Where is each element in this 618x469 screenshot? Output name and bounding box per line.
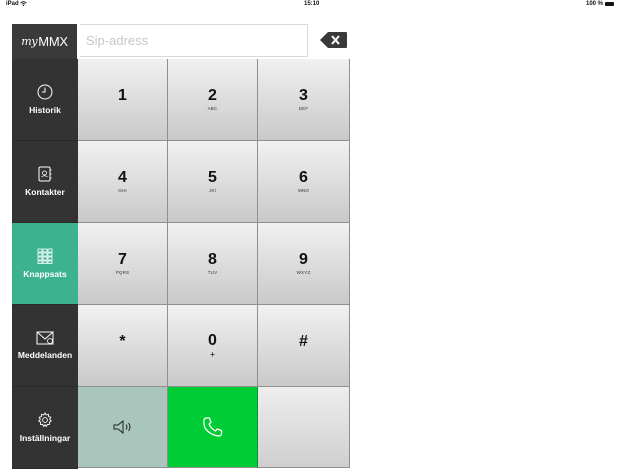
key-3[interactable]: 3 DEF [258,59,350,141]
key-8[interactable]: 8 TUV [168,223,258,305]
logo-main: MMX [38,34,68,49]
sidebar-item-label: Knappsats [23,269,67,279]
app-logo: my MMX [12,24,77,59]
phone-handset-icon [202,417,222,437]
backspace-icon [320,32,347,48]
sidebar-item-label: Historik [29,105,61,115]
sidebar-item-historik[interactable]: Historik [12,59,78,141]
empty-key [258,387,350,468]
logo-prefix: my [21,35,38,48]
key-star[interactable]: * [78,305,168,387]
key-1[interactable]: 1 [78,59,168,141]
key-hash[interactable]: # [258,305,350,387]
gear-icon [37,412,53,428]
key-6[interactable]: 6 MNO [258,141,350,223]
sidebar-nav: Historik Kontakter Knappsats Meddelanden [12,59,78,469]
status-bar: iPad 15:10 100 % [0,0,618,8]
contacts-book-icon [38,166,52,182]
call-button[interactable] [168,387,258,468]
key-5[interactable]: 5 JKl [168,141,258,223]
speaker-icon [113,420,130,434]
key-0[interactable]: 0 + [168,305,258,387]
key-4[interactable]: 4 GHI [78,141,168,223]
battery-icon [605,2,614,6]
sidebar-item-label: Inställningar [19,433,71,443]
battery-status: 100 % [586,0,614,8]
battery-percent: 100 % [585,1,603,7]
speaker-button[interactable] [78,387,168,468]
sidebar-item-meddelanden[interactable]: Meddelanden [12,305,78,387]
sidebar-item-knappsats[interactable]: Knappsats [12,223,78,305]
sip-address-input[interactable] [80,24,308,57]
key-7[interactable]: 7 PQRS [78,223,168,305]
sidebar-item-label: Meddelanden [17,350,73,360]
sidebar-item-label: Kontakter [25,187,65,197]
key-2[interactable]: 2 ABC [168,59,258,141]
envelope-icon [36,331,54,345]
sidebar-item-installningar[interactable]: Inställningar [12,387,78,469]
device-label: iPad [6,0,28,8]
status-time: 15:10 [304,1,320,7]
keypad-grid-icon [37,248,53,264]
key-9[interactable]: 9 WXYZ [258,223,350,305]
clock-icon [37,84,53,100]
sidebar-item-kontakter[interactable]: Kontakter [12,141,78,223]
backspace-button[interactable] [320,32,347,48]
wifi-icon [20,1,28,7]
